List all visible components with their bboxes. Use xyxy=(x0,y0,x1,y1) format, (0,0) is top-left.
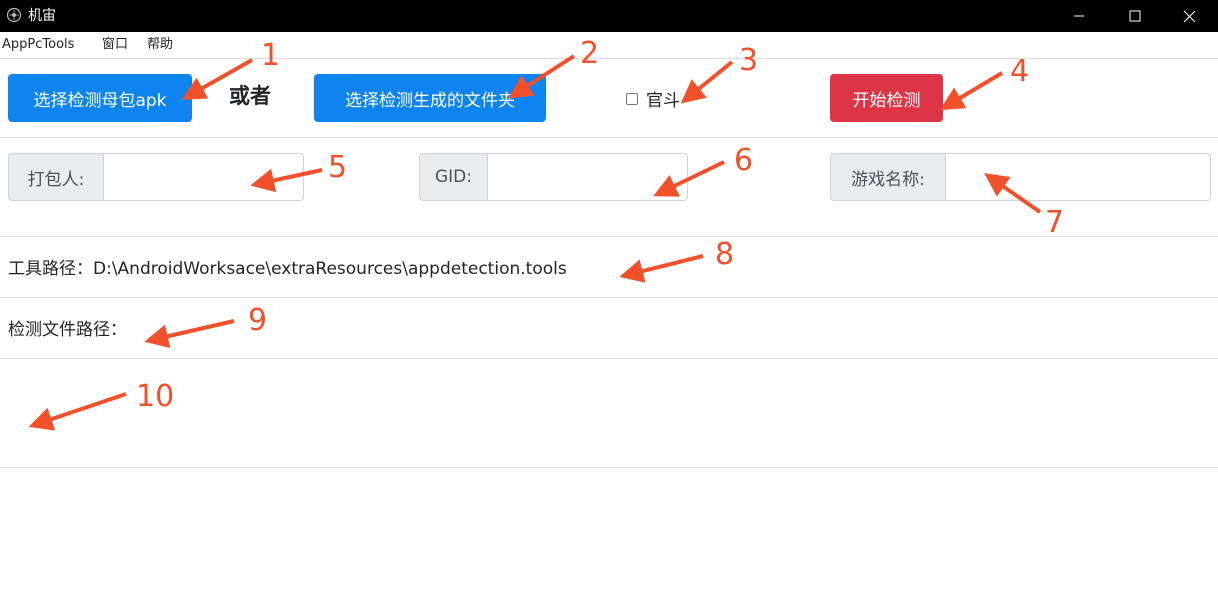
annotation-arrow-4: 4 xyxy=(939,54,1029,111)
annotation-number-8: 8 xyxy=(715,237,734,272)
annotation-arrow-8: 8 xyxy=(619,237,734,283)
divider xyxy=(0,236,1218,237)
divider xyxy=(0,297,1218,298)
official-checkbox[interactable] xyxy=(626,92,638,105)
detect-path-line: 检测文件路径： xyxy=(8,318,127,342)
title-bar: 机宙 xyxy=(0,0,1218,32)
annotation-arrow-9: 9 xyxy=(144,303,267,348)
output-area xyxy=(0,359,1218,467)
select-folder-button[interactable]: 选择检测生成的文件夹 xyxy=(314,74,546,122)
packager-input[interactable] xyxy=(104,153,304,201)
tool-path-line: 工具路径：D:\AndroidWorksace\extraResources\a… xyxy=(8,257,567,281)
official-checkbox-group[interactable]: 官斗 xyxy=(626,86,680,111)
maximize-icon xyxy=(1129,10,1141,22)
game-name-input[interactable] xyxy=(946,153,1211,201)
minimize-icon xyxy=(1074,15,1084,17)
gid-field-group: GID: xyxy=(419,153,688,201)
menu-bar: AppPcTools 窗口 帮助 xyxy=(0,32,1218,59)
annotation-number-5: 5 xyxy=(328,150,347,185)
menu-window[interactable]: 窗口 xyxy=(102,37,128,53)
window-title: 机宙 xyxy=(28,8,56,24)
game-name-label: 游戏名称: xyxy=(830,153,946,201)
menu-app-pc-tools[interactable]: AppPcTools xyxy=(2,37,74,53)
detect-path-label: 检测文件路径： xyxy=(8,320,127,340)
tool-path-value: D:\AndroidWorksace\extraResources\appdet… xyxy=(93,259,567,279)
close-button[interactable] xyxy=(1166,0,1212,32)
divider xyxy=(0,137,1218,138)
divider xyxy=(0,467,1218,468)
gid-label: GID: xyxy=(419,153,488,201)
game-name-field-group: 游戏名称: xyxy=(830,153,1211,201)
annotation-number-7: 7 xyxy=(1045,205,1064,240)
maximize-button[interactable] xyxy=(1112,0,1158,32)
gid-input[interactable] xyxy=(488,153,688,201)
or-label: 或者 xyxy=(229,84,271,108)
packager-field-group: 打包人: xyxy=(8,153,304,201)
packager-label: 打包人: xyxy=(8,153,104,201)
tool-path-label: 工具路径： xyxy=(8,259,93,279)
select-apk-button[interactable]: 选择检测母包apk xyxy=(8,74,192,122)
annotation-number-9: 9 xyxy=(248,303,267,338)
annotation-number-6: 6 xyxy=(734,143,753,178)
annotation-number-4: 4 xyxy=(1010,54,1029,89)
start-detection-button[interactable]: 开始检测 xyxy=(830,74,943,122)
close-icon xyxy=(1183,10,1195,22)
official-checkbox-label: 官斗 xyxy=(646,91,680,111)
minimize-button[interactable] xyxy=(1056,0,1102,32)
menu-help[interactable]: 帮助 xyxy=(147,37,173,53)
app-logo-icon xyxy=(6,7,22,23)
app-window: 机宙 AppPcTools 窗口 帮助 选择检测母包apk 或者 选择检测生成的… xyxy=(0,0,1218,605)
